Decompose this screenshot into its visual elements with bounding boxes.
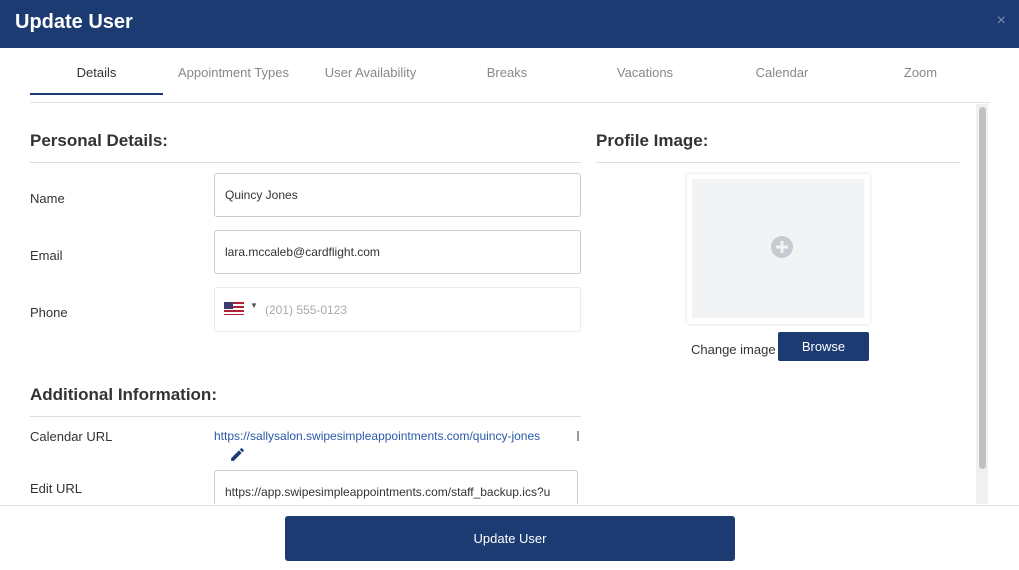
close-icon[interactable]: × — [997, 12, 1006, 30]
profile-image-card[interactable] — [687, 174, 870, 324]
image-placeholder[interactable] — [692, 179, 864, 318]
phone-input[interactable] — [265, 296, 565, 324]
personal-divider — [30, 162, 581, 163]
modal-footer: Update User — [0, 505, 1019, 570]
tab-calendar[interactable]: Calendar — [713, 48, 851, 95]
calendar-url-label: Calendar URL — [30, 429, 113, 444]
email-label: Email — [30, 248, 63, 263]
plus-circle-icon[interactable] — [770, 235, 794, 259]
personal-details-heading: Personal Details: — [30, 131, 168, 150]
edit-url-label: Edit URL — [30, 481, 83, 496]
profile-image-heading: Profile Image: — [596, 131, 709, 150]
profile-divider — [596, 162, 960, 163]
tab-details[interactable]: Details — [30, 48, 163, 95]
phone-field: ▼ — [214, 287, 581, 332]
modal-header: Update User × — [0, 0, 1019, 48]
tab-bar: Details Appointment Types User Availabil… — [30, 48, 990, 103]
update-user-button[interactable]: Update User — [285, 516, 735, 561]
tab-zoom[interactable]: Zoom — [851, 48, 990, 95]
change-image-label: Change image — [691, 342, 776, 357]
pencil-icon[interactable] — [229, 446, 246, 463]
name-label: Name — [30, 191, 65, 206]
browse-button[interactable]: Browse — [778, 332, 869, 361]
edit-url-input[interactable] — [214, 470, 578, 504]
additional-info-heading: Additional Information: — [30, 385, 217, 404]
tab-appointment-types[interactable]: Appointment Types — [163, 48, 304, 95]
modal-title: Update User — [15, 11, 133, 33]
tab-user-availability[interactable]: User Availability — [304, 48, 437, 95]
copy-marker — [577, 431, 579, 441]
scrollbar-thumb[interactable] — [979, 107, 986, 469]
additional-divider — [30, 416, 581, 417]
email-input[interactable] — [214, 230, 581, 274]
details-panel: Personal Details: Name Email Phone ▼ Add… — [0, 104, 990, 504]
caret-down-icon[interactable]: ▼ — [250, 301, 258, 310]
tab-breaks[interactable]: Breaks — [437, 48, 577, 95]
us-flag-icon[interactable] — [224, 302, 244, 315]
calendar-url-link[interactable]: https://sallysalon.swipesimpleappointmen… — [214, 429, 540, 443]
phone-label: Phone — [30, 305, 68, 320]
name-input[interactable] — [214, 173, 581, 217]
tab-vacations[interactable]: Vacations — [577, 48, 713, 95]
